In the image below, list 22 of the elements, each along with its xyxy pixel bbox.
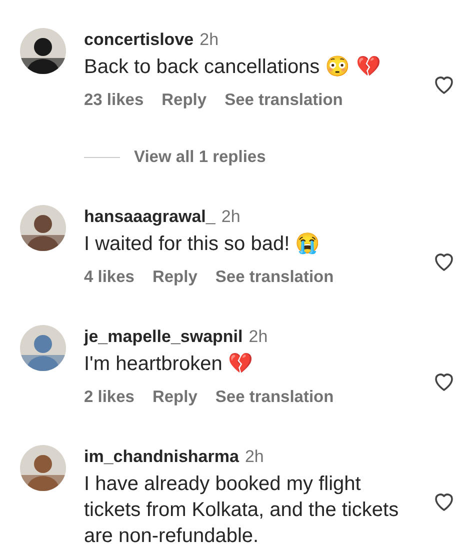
likes-count[interactable]: 23 likes	[84, 91, 144, 110]
translation-link[interactable]: See translation	[215, 268, 334, 287]
username[interactable]: concertislove	[84, 30, 194, 50]
username[interactable]: hansaaagrawal_	[84, 207, 216, 227]
comment-time: 2h	[244, 447, 264, 467]
comment-text: I have already booked my flight tickets from Kolkata, and the tickets are non-refundable.	[84, 472, 400, 549]
comment-text: Back to back cancellations 😳 💔	[84, 54, 382, 80]
likes-count[interactable]: 2 likes	[84, 388, 134, 407]
comment-text: I waited for this so bad! 😭	[84, 232, 322, 257]
username[interactable]: im_chandnisharma	[84, 447, 239, 467]
comment-time: 2h	[200, 30, 219, 50]
reply-link[interactable]: Reply	[162, 91, 207, 110]
comment-time: 2h	[248, 327, 268, 347]
comment-time: 2h	[221, 207, 240, 227]
reply-link[interactable]: Reply	[152, 388, 198, 407]
translation-link[interactable]: See translation	[224, 91, 343, 110]
likes-count[interactable]: 4 likes	[84, 268, 134, 287]
reply-link[interactable]: Reply	[152, 268, 198, 287]
translation-link[interactable]: See translation	[215, 388, 334, 407]
comment-text: I'm heartbroken 💔	[84, 352, 254, 377]
view-replies-link[interactable]: View all 1 replies	[134, 148, 266, 167]
username[interactable]: je_mapelle_swapnil	[84, 327, 243, 347]
